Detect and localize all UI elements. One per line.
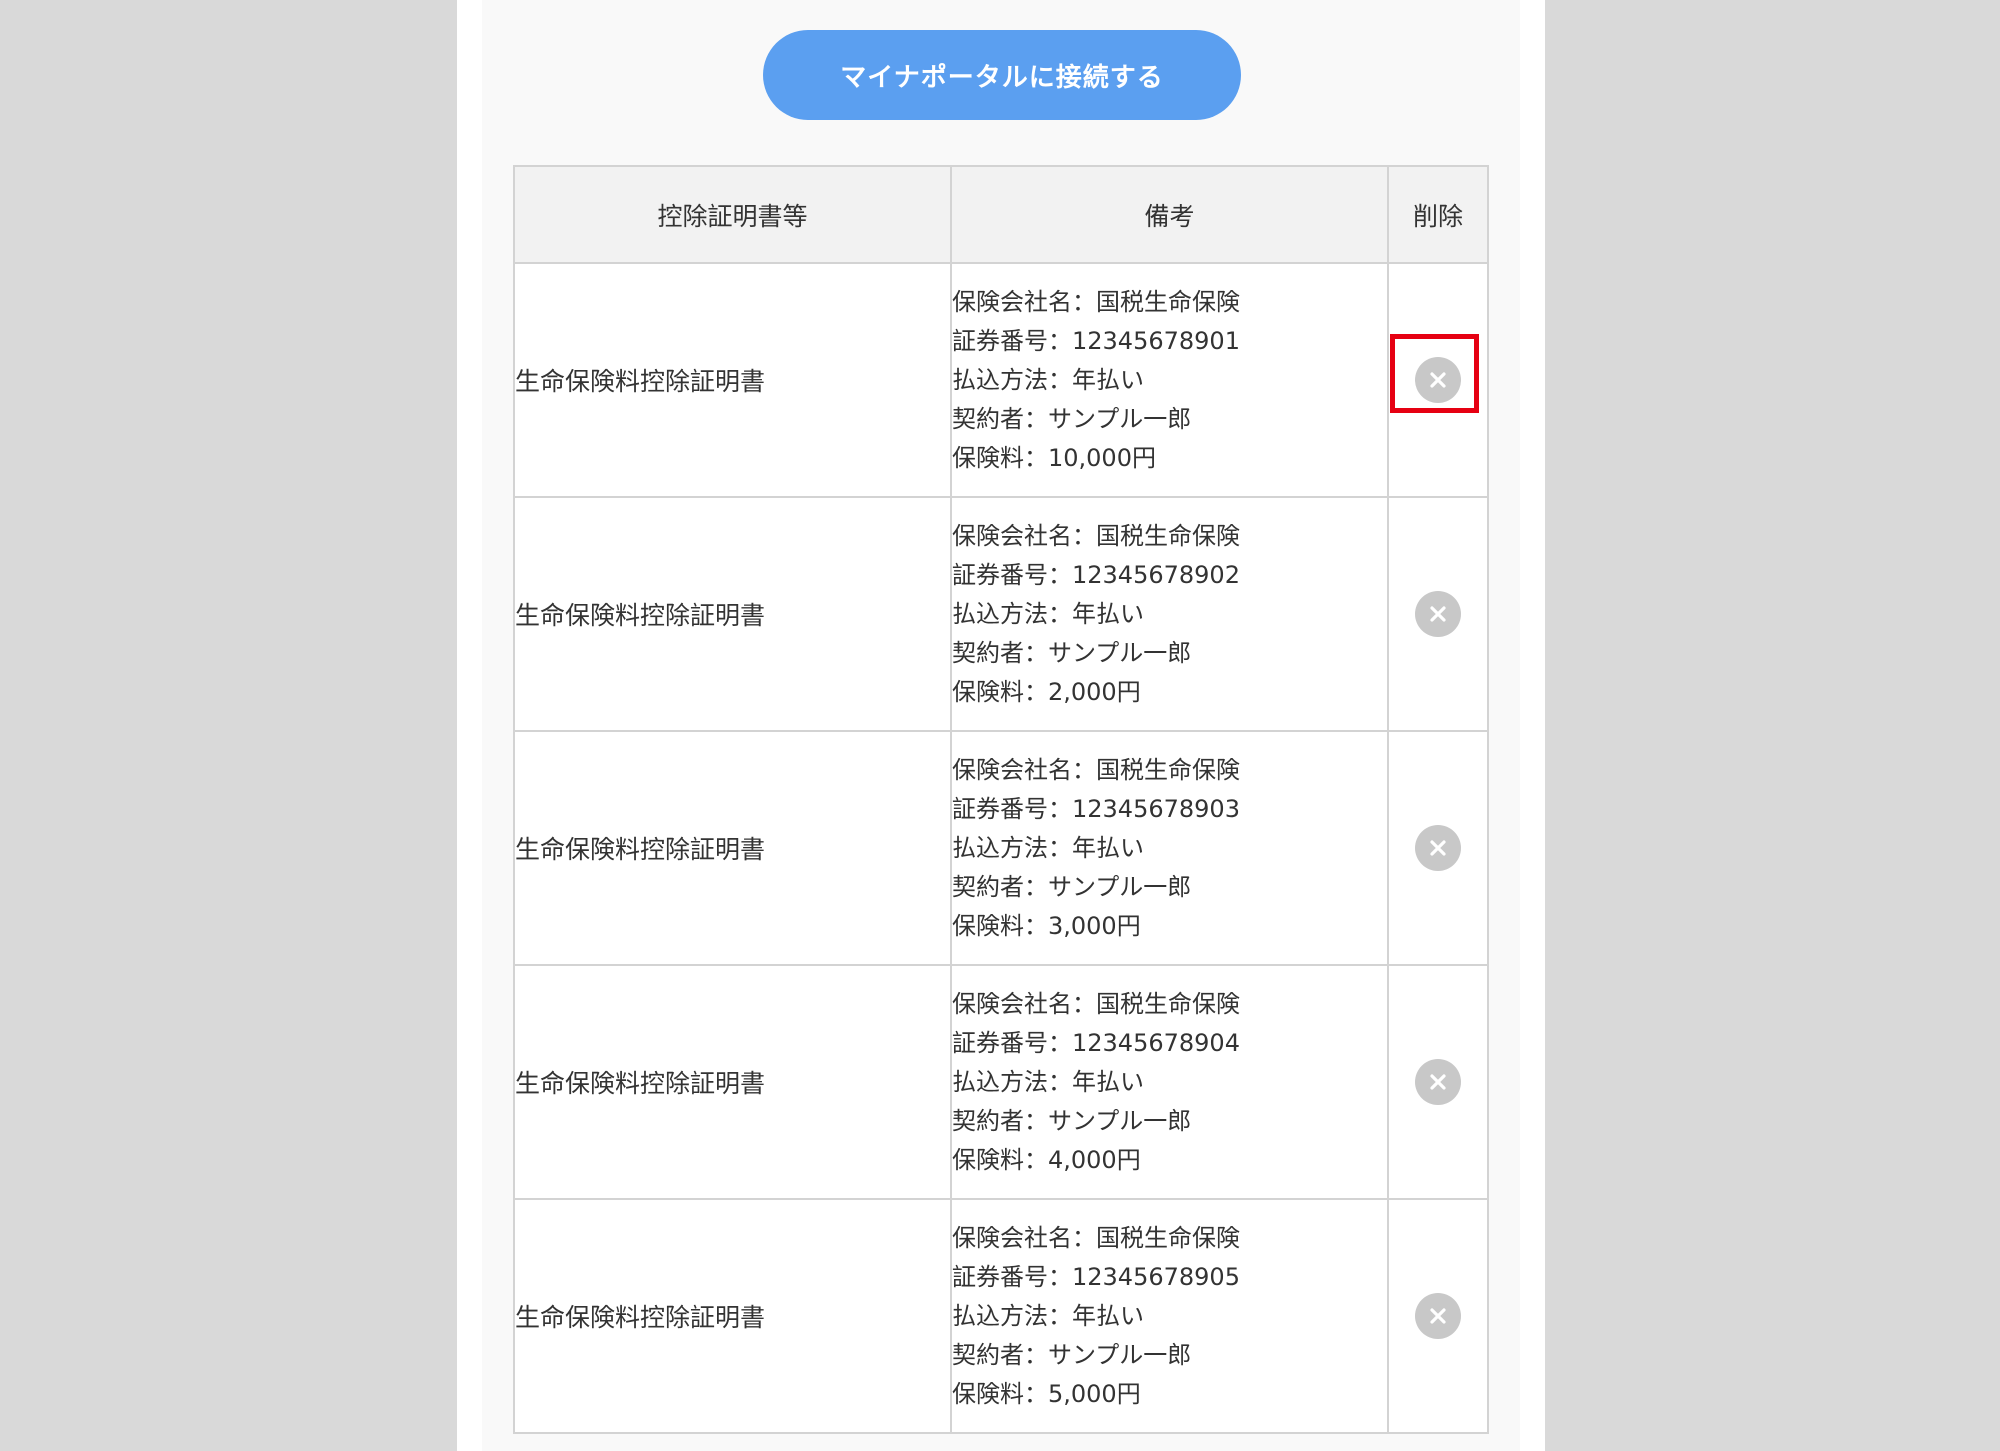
close-circle-icon [1430,372,1446,388]
column-header-remarks: 備考 [950,165,1389,264]
remark-payment-method: 払込方法：年払い [952,599,1144,628]
remark-premium: 保険料：2,000円 [952,677,1141,706]
table-row: 生命保険料控除証明書 保険会社名：国税生命保険 証券番号：12345678901… [513,262,1489,498]
delete-button[interactable] [1415,357,1461,403]
remark-contractor: 契約者：サンプル一郎 [952,404,1192,433]
remark-contractor: 契約者：サンプル一郎 [952,1106,1192,1135]
remark-policy-number: 証券番号：12345678902 [952,560,1240,589]
remarks-cell: 保険会社名：国税生命保険 証券番号：12345678904 払込方法：年払い 契… [950,964,1389,1200]
delete-cell [1387,964,1489,1200]
remark-policy-number: 証券番号：12345678904 [952,1028,1240,1057]
remark-policy-number: 証券番号：12345678903 [952,794,1240,823]
certificate-name: 生命保険料控除証明書 [513,496,952,732]
certificate-name: 生命保険料控除証明書 [513,730,952,966]
certificate-name: 生命保険料控除証明書 [513,1198,952,1434]
remarks-cell: 保険会社名：国税生命保険 証券番号：12345678903 払込方法：年払い 契… [950,730,1389,966]
remark-premium: 保険料：5,000円 [952,1379,1141,1408]
delete-button[interactable] [1415,591,1461,637]
remark-payment-method: 払込方法：年払い [952,833,1144,862]
connect-mynaportal-button[interactable]: マイナポータルに接続する [763,30,1241,120]
delete-cell [1387,730,1489,966]
remark-premium: 保険料：3,000円 [952,911,1141,940]
column-header-delete: 削除 [1387,165,1489,264]
deduction-certificate-table: 控除証明書等 備考 削除 生命保険料控除証明書 保険会社名：国税生命保険 証券番… [513,165,1489,1434]
table-header-row: 控除証明書等 備考 削除 [513,165,1489,264]
close-circle-icon [1430,1074,1446,1090]
remark-insurer: 保険会社名：国税生命保険 [952,755,1240,784]
remark-contractor: 契約者：サンプル一郎 [952,1340,1192,1369]
delete-cell [1387,262,1489,498]
remark-premium: 保険料：4,000円 [952,1145,1141,1174]
delete-button[interactable] [1415,825,1461,871]
table-row: 生命保険料控除証明書 保険会社名：国税生命保険 証券番号：12345678905… [513,1198,1489,1434]
remark-payment-method: 払込方法：年払い [952,365,1144,394]
remark-insurer: 保険会社名：国税生命保険 [952,287,1240,316]
remark-premium: 保険料：10,000円 [952,443,1156,472]
delete-button[interactable] [1415,1059,1461,1105]
table-row: 生命保険料控除証明書 保険会社名：国税生命保険 証券番号：12345678903… [513,730,1489,966]
remark-contractor: 契約者：サンプル一郎 [952,872,1192,901]
delete-cell [1387,1198,1489,1434]
delete-button[interactable] [1415,1293,1461,1339]
remark-contractor: 契約者：サンプル一郎 [952,638,1192,667]
close-circle-icon [1430,1308,1446,1324]
close-circle-icon [1430,606,1446,622]
remarks-cell: 保険会社名：国税生命保険 証券番号：12345678905 払込方法：年払い 契… [950,1198,1389,1434]
remark-policy-number: 証券番号：12345678901 [952,326,1240,355]
remark-insurer: 保険会社名：国税生命保険 [952,521,1240,550]
certificate-name: 生命保険料控除証明書 [513,262,952,498]
remark-payment-method: 払込方法：年払い [952,1301,1144,1330]
remark-insurer: 保険会社名：国税生命保険 [952,1223,1240,1252]
close-circle-icon [1430,840,1446,856]
table-row: 生命保険料控除証明書 保険会社名：国税生命保険 証券番号：12345678902… [513,496,1489,732]
remark-insurer: 保険会社名：国税生命保険 [952,989,1240,1018]
remark-policy-number: 証券番号：12345678905 [952,1262,1240,1291]
delete-cell [1387,496,1489,732]
certificate-name: 生命保険料控除証明書 [513,964,952,1200]
remarks-cell: 保険会社名：国税生命保険 証券番号：12345678901 払込方法：年払い 契… [950,262,1389,498]
column-header-certificate: 控除証明書等 [513,165,952,264]
remarks-cell: 保険会社名：国税生命保険 証券番号：12345678902 払込方法：年払い 契… [950,496,1389,732]
table-row: 生命保険料控除証明書 保険会社名：国税生命保険 証券番号：12345678904… [513,964,1489,1200]
remark-payment-method: 払込方法：年払い [952,1067,1144,1096]
